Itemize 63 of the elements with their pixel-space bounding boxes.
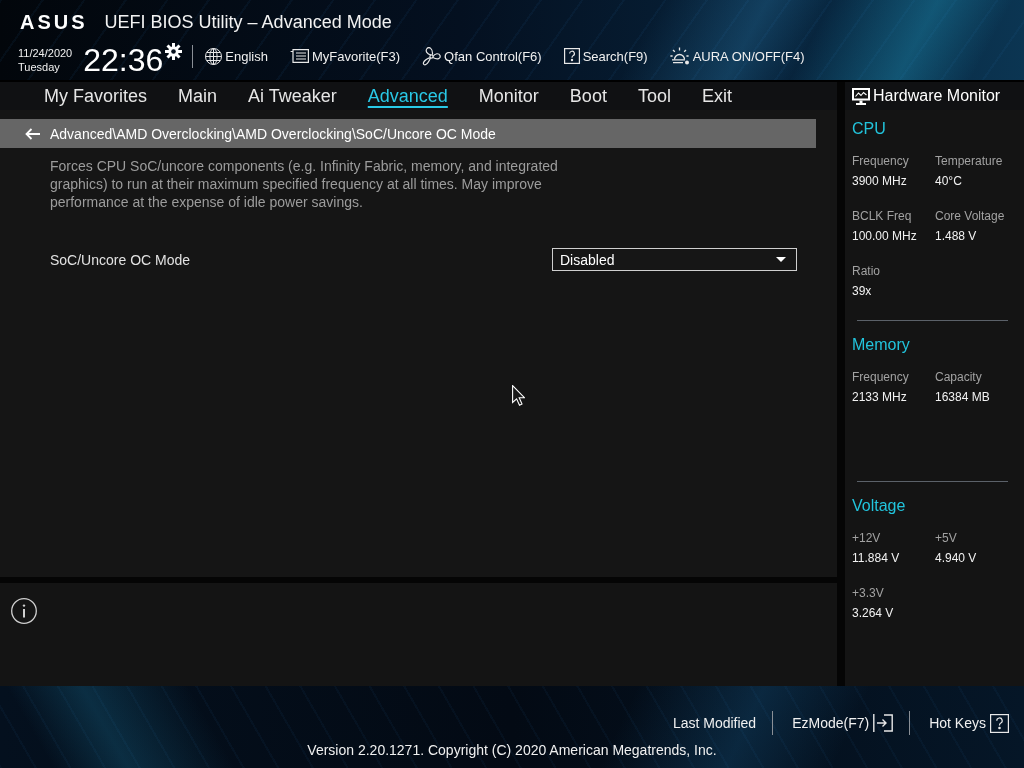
reading-label: Ratio: [852, 263, 881, 279]
menu-tab[interactable]: Ai Tweaker: [248, 85, 337, 107]
menu-tab[interactable]: Tool: [637, 85, 671, 107]
menu-tab[interactable]: My Favorites: [44, 85, 148, 107]
reading-value: 3.264 V: [852, 605, 895, 621]
menu-tab[interactable]: Main: [178, 85, 218, 107]
list-icon: [289, 49, 309, 63]
section-title: Voltage: [852, 496, 907, 516]
ez-mode-button[interactable]: EzMode(F7): [792, 712, 894, 734]
setting-dropdown[interactable]: Disabled: [552, 248, 797, 271]
fan-control-button[interactable]: Qfan Control(F6): [422, 46, 542, 66]
reading-label: BCLK Freq: [852, 208, 913, 224]
clock-time: 22:36: [83, 44, 164, 76]
reading-value: 16384 MB: [935, 389, 991, 405]
day-text: Tuesday: [18, 60, 61, 74]
reading-label: +3.3V: [852, 585, 885, 601]
logo: ASUS: [19, 12, 88, 32]
reading-value: 1.488 V: [935, 228, 978, 244]
fan-icon: [422, 46, 442, 66]
caret-icon: [776, 257, 786, 262]
setting-description: Forces CPU SoC/uncore components (e.g. Infinity Fabric, memory, and integrated graphics) to run at their maximum specified frequency at all times. May improve performance at the expense of idle power savings.: [50, 157, 559, 211]
reading-value: 39x: [852, 283, 873, 299]
reading-label: +5V: [935, 530, 958, 546]
reading-label: +12V: [852, 530, 882, 546]
breadcrumb-text: Advanced\AMD Overclocking\AMD Overclocking\SoC/Uncore OC Mode: [50, 125, 496, 142]
menu-tab[interactable]: Advanced: [367, 85, 448, 107]
setting-label: SoC/Uncore OC Mode: [50, 251, 191, 268]
hot-keys-button[interactable]: Hot Keys: [929, 712, 1009, 734]
language-button[interactable]: English: [205, 46, 268, 66]
reading-label: Frequency: [852, 369, 910, 385]
section-title: CPU: [852, 119, 887, 139]
back-icon[interactable]: [25, 127, 40, 140]
menu-tab[interactable]: Boot: [569, 85, 607, 107]
monitor-icon: [852, 87, 870, 105]
menu-tab[interactable]: Monitor: [478, 85, 539, 107]
info-icon: [11, 598, 37, 624]
reading-label: Core Voltage: [935, 208, 1006, 224]
reading-value: 40°C: [935, 173, 963, 189]
aura-toggle-button[interactable]: AURA ON/OFF(F4): [669, 46, 805, 66]
last-modified-button[interactable]: Last Modified: [672, 712, 757, 734]
globe-icon: [205, 47, 223, 65]
favorites-button[interactable]: MyFavorite(F3): [289, 46, 401, 66]
reading-value: 2133 MHz: [852, 389, 908, 405]
search-button[interactable]: Search(F9): [563, 46, 648, 66]
question-box-icon: [990, 713, 1009, 733]
window-title: UEFI BIOS Utility – Advanced Mode: [104, 11, 392, 33]
menu-tab[interactable]: Exit: [701, 85, 732, 107]
reading-label: Frequency: [852, 153, 910, 169]
section-title: Memory: [852, 335, 911, 355]
reading-label: Temperature: [935, 153, 1004, 169]
panel-title: Hardware Monitor: [873, 87, 1001, 105]
question-box-icon: [563, 48, 580, 64]
date-text: 11/24/2020: [18, 46, 73, 60]
cursor-icon: [512, 385, 525, 406]
reading-value: 4.940 V: [935, 550, 978, 566]
version-text: Version 2.20.1271. Copyright (C) 2020 American Megatrends, Inc.: [306, 741, 718, 759]
reading-value: 3900 MHz: [852, 173, 908, 189]
reading-value: 100.00 MHz: [852, 228, 918, 244]
reading-label: Capacity: [935, 369, 983, 385]
settings-icon[interactable]: [165, 43, 183, 60]
light-icon: [669, 47, 690, 65]
arrow-box-icon: [873, 714, 894, 732]
reading-value: 11.884 V: [852, 550, 901, 566]
